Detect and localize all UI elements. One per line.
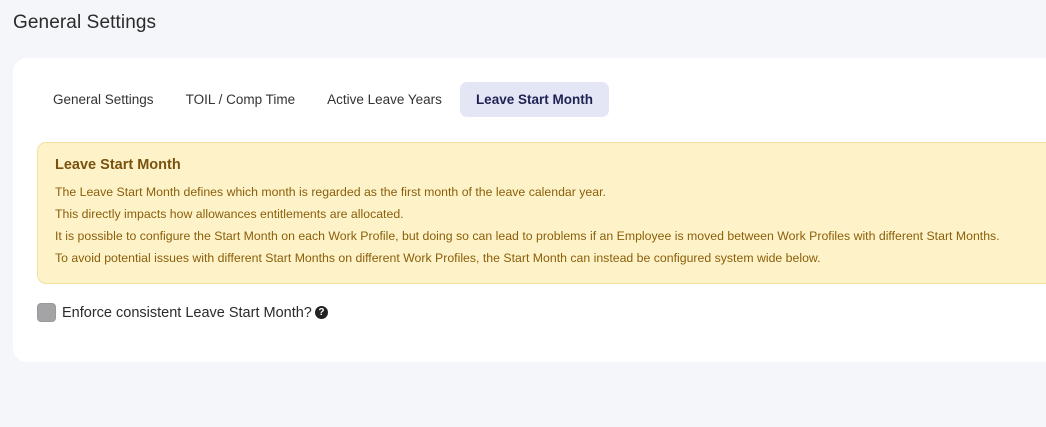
notice-title: Leave Start Month [55,157,181,173]
notice-line: To avoid potential issues with different… [55,251,821,265]
enforce-start-month-row: Enforce consistent Leave Start Month? ? [37,303,328,322]
tab-leave-start-month[interactable]: Leave Start Month [459,82,609,117]
notice-line: It is possible to configure the Start Mo… [55,229,1000,243]
question-circle-icon[interactable]: ? [314,306,328,319]
leave-start-month-notice: Leave Start Month The Leave Start Month … [37,142,1046,284]
page-title: General Settings [13,12,157,33]
enforce-start-month-checkbox[interactable] [37,303,56,322]
tab-active-leave-years[interactable]: Active Leave Years [313,82,456,117]
enforce-start-month-label[interactable]: Enforce consistent Leave Start Month? [62,305,312,321]
tab-general-settings[interactable]: General Settings [39,82,168,117]
notice-line: The Leave Start Month defines which mont… [55,185,606,199]
tab-toil-comp-time[interactable]: TOIL / Comp Time [172,82,310,117]
notice-line: This directly impacts how allowances ent… [55,207,404,221]
settings-tabs: General Settings TOIL / Comp Time Active… [39,82,609,117]
settings-card: General Settings TOIL / Comp Time Active… [13,58,1046,362]
